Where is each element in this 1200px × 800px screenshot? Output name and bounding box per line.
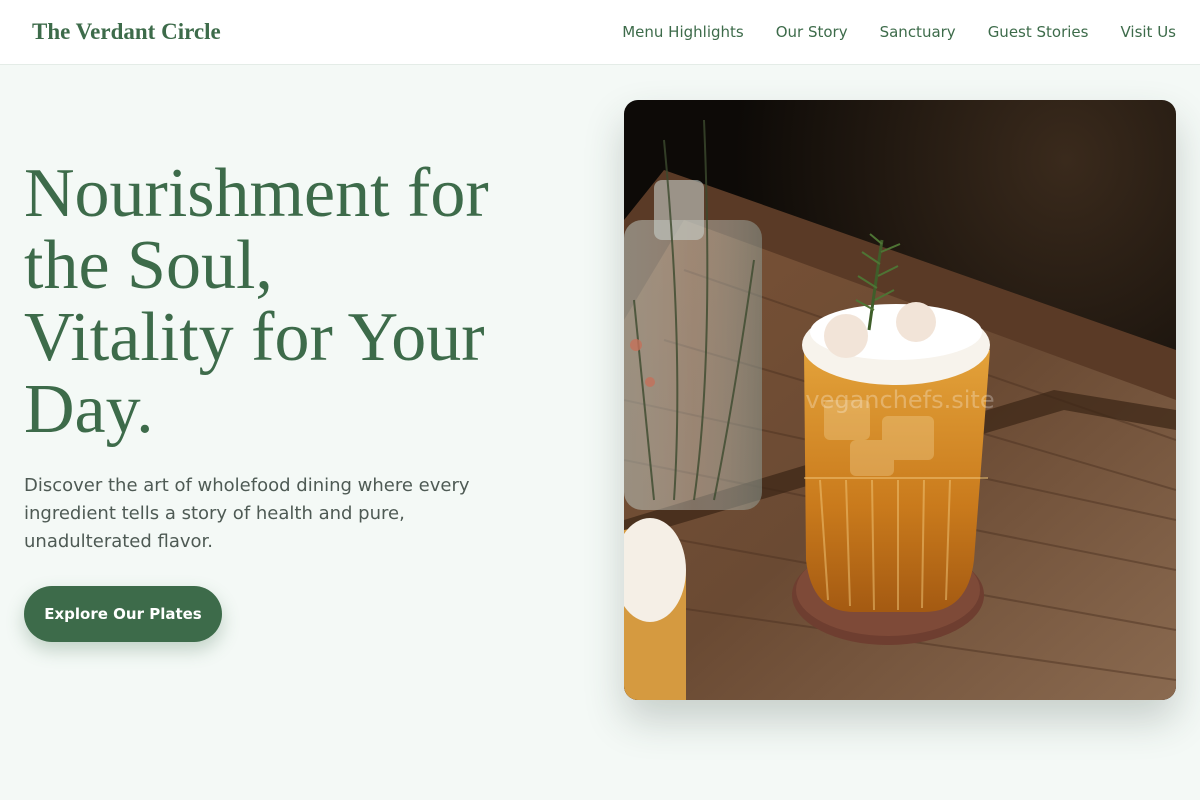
nav-link-guest-stories[interactable]: Guest Stories (988, 23, 1089, 41)
hero-title: Nourishment for the Soul, Vitality for Y… (24, 158, 584, 446)
nav-link-visit-us[interactable]: Visit Us (1120, 23, 1176, 41)
brand-logo-link[interactable]: The Verdant Circle (32, 19, 221, 45)
nav-link-sanctuary[interactable]: Sanctuary (880, 23, 956, 41)
hero-description: Discover the art of wholefood dining whe… (24, 475, 470, 552)
top-navbar: The Verdant Circle Menu Highlights Our S… (0, 0, 1200, 65)
explore-plates-button[interactable]: Explore Our Plates (24, 586, 222, 642)
hero-title-line: Nourishment for (24, 155, 489, 232)
hero-title-line: Vitality for Your (24, 299, 485, 376)
image-watermark: veganchefs.site (805, 386, 995, 414)
hero-title-line: the Soul, (24, 227, 273, 304)
nav-link-our-story[interactable]: Our Story (776, 23, 848, 41)
hero-drink-image: veganchefs.site (624, 100, 1176, 700)
main-nav: Menu Highlights Our Story Sanctuary Gues… (622, 23, 1176, 41)
nav-link-menu-highlights[interactable]: Menu Highlights (622, 23, 744, 41)
hero-title-line: Day. (24, 371, 154, 448)
